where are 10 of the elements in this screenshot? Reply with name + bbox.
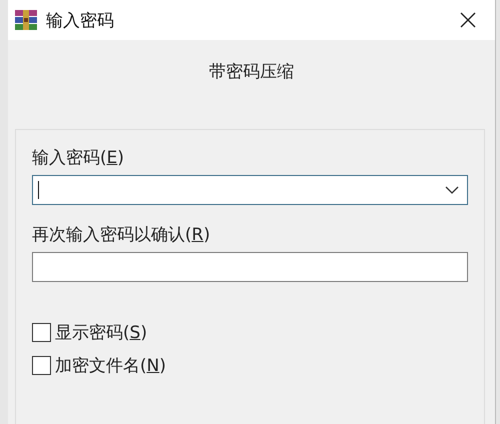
checkbox[interactable]: 显示密码(S): [32, 316, 148, 349]
field-label: 输入密码(E): [32, 147, 124, 169]
chevron-down-icon[interactable]: [445, 186, 459, 194]
window-title: 输入密码: [46, 10, 115, 32]
dialog-heading: 带密码压缩: [209, 61, 294, 83]
password-combo[interactable]: [32, 175, 468, 205]
field-label: 再次输入密码以确认(R): [32, 224, 210, 246]
password-field[interactable]: [32, 252, 468, 282]
checkbox[interactable]: 加密文件名(N): [32, 349, 166, 382]
books-icon: [14, 9, 38, 31]
